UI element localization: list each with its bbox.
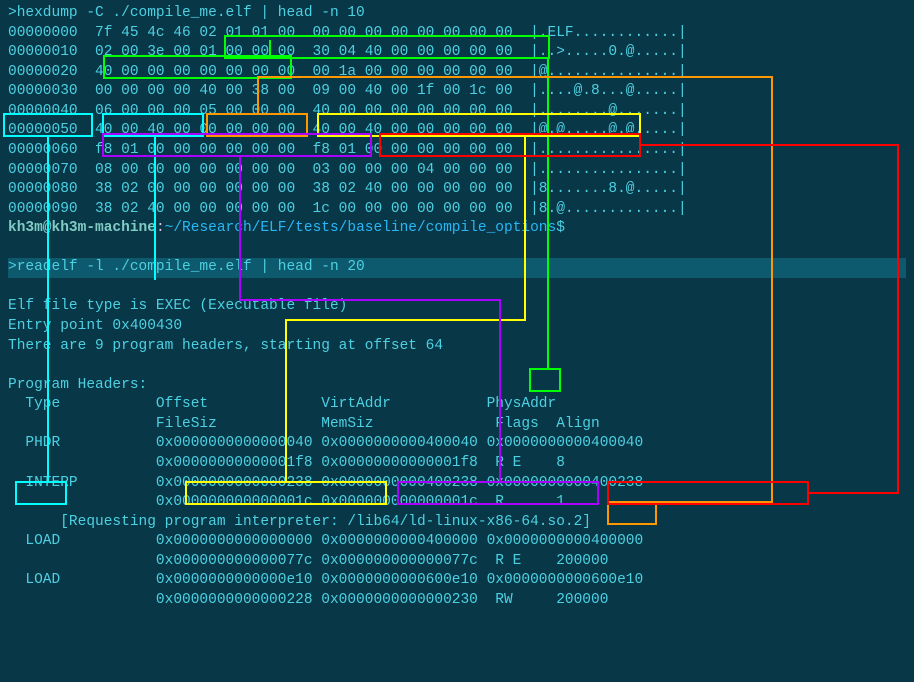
terminal-output: >hexdump -C ./compile_me.elf | head -n 1… (8, 4, 906, 610)
hexdump-row: 00000090 38 02 40 00 00 00 00 00 1c 00 0… (8, 200, 906, 220)
hexdump-row: 00000010 02 00 3e 00 01 00 00 00 30 04 4… (8, 43, 906, 63)
ph-entry-row: LOAD 0x0000000000000e10 0x0000000000600e… (8, 571, 906, 591)
hexdump-row: 00000050 40 00 40 00 00 00 00 00 40 00 4… (8, 121, 906, 141)
ph-entry-row2: 0x000000000000077c 0x000000000000077c R … (8, 552, 906, 572)
program-headers-title: Program Headers: (8, 376, 906, 396)
hexdump-row: 00000020 40 00 00 00 00 00 00 00 00 1a 0… (8, 63, 906, 83)
ph-entry-row: PHDR 0x0000000000000040 0x00000000004000… (8, 434, 906, 454)
ph-entry-row2: 0x00000000000001f8 0x00000000000001f8 R … (8, 454, 906, 474)
elf-phdr-count: There are 9 program headers, starting at… (8, 337, 906, 357)
elf-entrypoint: Entry point 0x400430 (8, 317, 906, 337)
hexdump-row: 00000000 7f 45 4c 46 02 01 01 00 00 00 0… (8, 24, 906, 44)
elf-filetype: Elf file type is EXEC (Executable file) (8, 297, 906, 317)
shell-prompt[interactable]: kh3m@kh3m-machine:~/Research/ELF/tests/b… (8, 219, 906, 239)
hexdump-row: 00000070 08 00 00 00 00 00 00 00 03 00 0… (8, 161, 906, 181)
readelf-command: >readelf -l ./compile_me.elf | head -n 2… (8, 258, 906, 278)
interpreter-note: [Requesting program interpreter: /lib64/… (8, 513, 906, 533)
hexdump-row: 00000080 38 02 00 00 00 00 00 00 38 02 4… (8, 180, 906, 200)
hexdump-command: >hexdump -C ./compile_me.elf | head -n 1… (8, 4, 906, 24)
ph-entry-row2: 0x0000000000000228 0x0000000000000230 RW… (8, 591, 906, 611)
ph-entry-row: LOAD 0x0000000000000000 0x00000000004000… (8, 532, 906, 552)
hexdump-row: 00000060 f8 01 00 00 00 00 00 00 f8 01 0… (8, 141, 906, 161)
ph-entry-row: INTERP 0x0000000000000238 0x000000000040… (8, 474, 906, 494)
program-header-entries: PHDR 0x0000000000000040 0x00000000004000… (8, 434, 906, 610)
column-headers-2: FileSiz MemSiz Flags Align (8, 415, 906, 435)
column-headers-1: Type Offset VirtAddr PhysAddr (8, 395, 906, 415)
hexdump-rows: 00000000 7f 45 4c 46 02 01 01 00 00 00 0… (8, 24, 906, 220)
hexdump-row: 00000040 06 00 00 00 05 00 00 00 40 00 0… (8, 102, 906, 122)
hexdump-row: 00000030 00 00 00 00 40 00 38 00 09 00 4… (8, 82, 906, 102)
ph-entry-row2: 0x000000000000001c 0x000000000000001c R … (8, 493, 906, 513)
